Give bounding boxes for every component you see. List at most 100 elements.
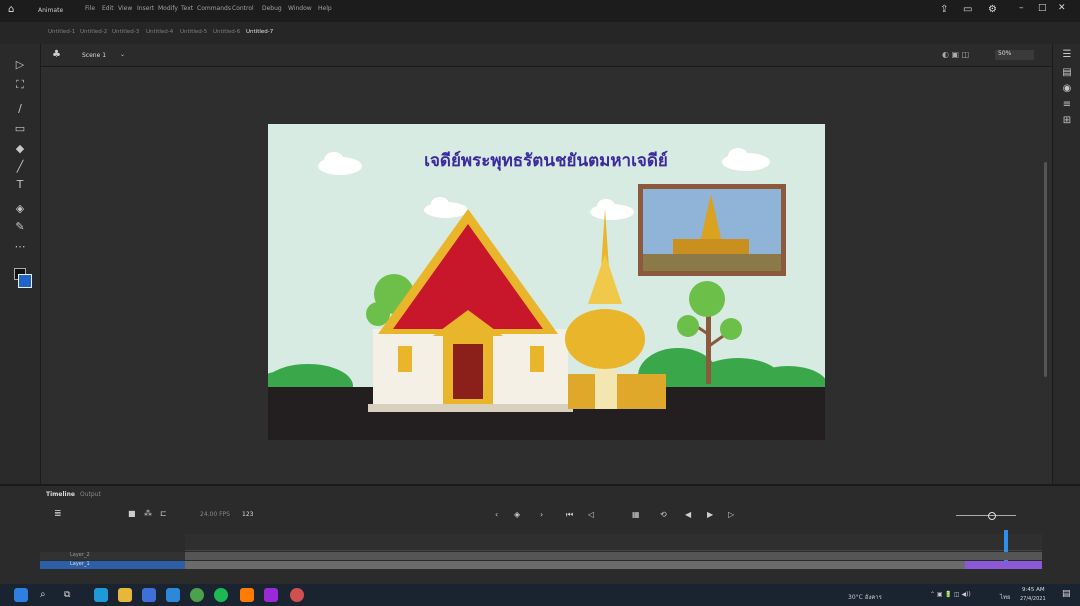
layer-name[interactable]: Layer_1 — [70, 561, 90, 567]
cloud — [722, 148, 770, 171]
stage-canvas: เจดีย์พระพุทธรัตนชยันตมหาเจดีย์ — [268, 124, 825, 440]
timeline-zoom-slider[interactable] — [956, 515, 1016, 516]
rectangle-tool-icon[interactable]: ▭ — [13, 122, 27, 136]
step-forward-icon[interactable]: ▷ — [728, 510, 734, 519]
onion-skin-icon[interactable]: ⁂ — [144, 509, 152, 518]
scene-label[interactable]: Scene 1 — [82, 52, 106, 59]
store-icon[interactable] — [142, 588, 156, 602]
language-indicator[interactable]: ไทย — [1000, 592, 1011, 602]
mail-icon[interactable] — [166, 588, 180, 602]
camera-icon[interactable]: ■ — [128, 509, 136, 518]
app-name: Animate — [38, 7, 64, 14]
settings-icon[interactable]: ⚙ — [988, 4, 997, 15]
paint-bucket-icon[interactable]: ◈ — [13, 202, 27, 216]
doc-tab[interactable]: Untitled-4 — [146, 29, 173, 35]
first-frame-icon[interactable]: ⏮ — [566, 510, 573, 520]
scene-dropdown-icon[interactable]: ⌄ — [120, 51, 125, 58]
doc-tab[interactable]: Untitled-2 — [80, 29, 107, 35]
doc-tab[interactable]: Untitled-6 — [213, 29, 240, 35]
free-transform-tool-icon[interactable]: ⛶ — [13, 78, 27, 92]
photos-icon[interactable] — [290, 588, 304, 602]
eyedropper-icon[interactable]: ✎ — [13, 220, 27, 234]
properties-icon[interactable]: ☰ — [1060, 48, 1074, 62]
clock-time[interactable]: 9:45 AM — [1022, 587, 1045, 593]
menu-commands[interactable]: Commands — [197, 5, 231, 12]
menu-bar: ⌂ Animate File Edit View Insert Modify T… — [0, 0, 1080, 22]
menu-debug[interactable]: Debug — [262, 5, 282, 12]
file-explorer-icon[interactable] — [118, 588, 132, 602]
library-icon[interactable]: ▤ — [1060, 66, 1074, 80]
chrome-icon[interactable] — [190, 588, 204, 602]
close-button[interactable]: ✕ — [1058, 3, 1066, 13]
timeline-zoom-handle[interactable] — [988, 512, 996, 520]
selection-tool-icon[interactable]: ▷ — [13, 58, 27, 72]
layer-name[interactable]: Layer_2 — [70, 552, 90, 558]
frames-track[interactable] — [185, 561, 965, 569]
doc-tab[interactable]: Untitled-5 — [180, 29, 207, 35]
search-icon[interactable]: ⌕ — [40, 588, 54, 602]
animate-icon[interactable] — [264, 588, 278, 602]
fps-readout[interactable]: 24.00 FPS — [200, 511, 230, 518]
task-view-icon[interactable]: ⧉ — [64, 588, 78, 602]
center-frame-icon[interactable]: ⊏ — [160, 509, 167, 518]
zoom-select[interactable]: 50% — [995, 50, 1034, 60]
step-back-icon[interactable]: ◁ — [588, 510, 594, 519]
loop-icon[interactable]: ⟲ — [660, 510, 667, 519]
timeline-panel: Timeline Output ≣ ■ ⁂ ⊏ 24.00 FPS 123 ‹ … — [0, 484, 1080, 586]
text-tool-icon[interactable]: T — [13, 178, 27, 192]
minimize-button[interactable]: – — [1019, 3, 1024, 13]
frames-track-selected[interactable] — [965, 561, 1042, 569]
clock-date[interactable]: 27/4/2021 — [1020, 596, 1046, 602]
menu-edit[interactable]: Edit — [102, 5, 114, 12]
scene-icon: ♣ — [52, 49, 61, 60]
menu-help[interactable]: Help — [318, 5, 332, 12]
rewind-icon[interactable]: ◀ — [685, 510, 691, 519]
frame-readout[interactable]: 123 — [242, 511, 253, 518]
maximize-button[interactable]: □ — [1038, 3, 1047, 13]
more-tools-icon[interactable]: ⋯ — [13, 240, 27, 254]
brush-tool-icon[interactable]: ∕ — [13, 102, 27, 116]
weather-text[interactable]: 30°C อังคาร — [848, 592, 882, 602]
illustrator-icon[interactable] — [240, 588, 254, 602]
tab-output[interactable]: Output — [80, 491, 101, 498]
share-icon[interactable]: ⇪ — [940, 4, 948, 15]
doc-tab-active[interactable]: Untitled-7 — [246, 29, 273, 35]
layer-row-selected[interactable] — [40, 561, 185, 569]
tab-timeline[interactable]: Timeline — [46, 491, 75, 498]
align-icon[interactable]: ≡ — [1060, 98, 1074, 112]
menu-modify[interactable]: Modify — [158, 5, 178, 12]
doc-tab[interactable]: Untitled-3 — [112, 29, 139, 35]
menu-window[interactable]: Window — [288, 5, 312, 12]
menu-control[interactable]: Control — [232, 5, 254, 12]
frame-ruler — [185, 534, 1042, 551]
fill-color-swatch[interactable] — [18, 274, 32, 288]
prev-keyframe-icon[interactable]: ‹ — [495, 510, 498, 519]
start-icon[interactable] — [14, 588, 28, 602]
next-keyframe-icon[interactable]: › — [540, 510, 543, 519]
menu-insert[interactable]: Insert — [137, 5, 154, 12]
insert-frame-icon[interactable]: ▦ — [632, 510, 640, 519]
cloud — [590, 199, 634, 220]
doc-tab[interactable]: Untitled-1 — [48, 29, 75, 35]
layers-menu-icon[interactable]: ≣ — [54, 509, 62, 519]
transform-icon[interactable]: ⊞ — [1060, 114, 1074, 128]
vertical-scrollbar[interactable] — [1044, 162, 1047, 377]
menu-view[interactable]: View — [118, 5, 132, 12]
notifications-icon[interactable]: ▤ — [1062, 589, 1071, 599]
stage-controls-icon[interactable]: ◐ ▣ ◫ — [942, 50, 969, 59]
add-keyframe-icon[interactable]: ◈ — [514, 510, 520, 519]
line-tool-icon[interactable]: ╱ — [13, 160, 27, 174]
frames-track[interactable] — [185, 552, 1042, 560]
layout-icon[interactable]: ▭ — [963, 4, 972, 15]
layer-row[interactable] — [40, 552, 185, 560]
spotify-icon[interactable] — [214, 588, 228, 602]
edge-icon[interactable] — [94, 588, 108, 602]
tray-icons[interactable]: ⌃ ▣ 🔋 ◫ ◀)) — [930, 591, 971, 598]
tools-panel: ▷ ⛶ ∕ ▭ ◆ ╱ T ◈ ✎ ⋯ — [0, 44, 41, 484]
assets-icon[interactable]: ◉ — [1060, 82, 1074, 96]
home-icon[interactable]: ⌂ — [8, 4, 20, 16]
eraser-tool-icon[interactable]: ◆ — [13, 142, 27, 156]
play-icon[interactable]: ▶ — [707, 510, 713, 519]
menu-file[interactable]: File — [85, 5, 95, 12]
menu-text[interactable]: Text — [181, 5, 193, 12]
